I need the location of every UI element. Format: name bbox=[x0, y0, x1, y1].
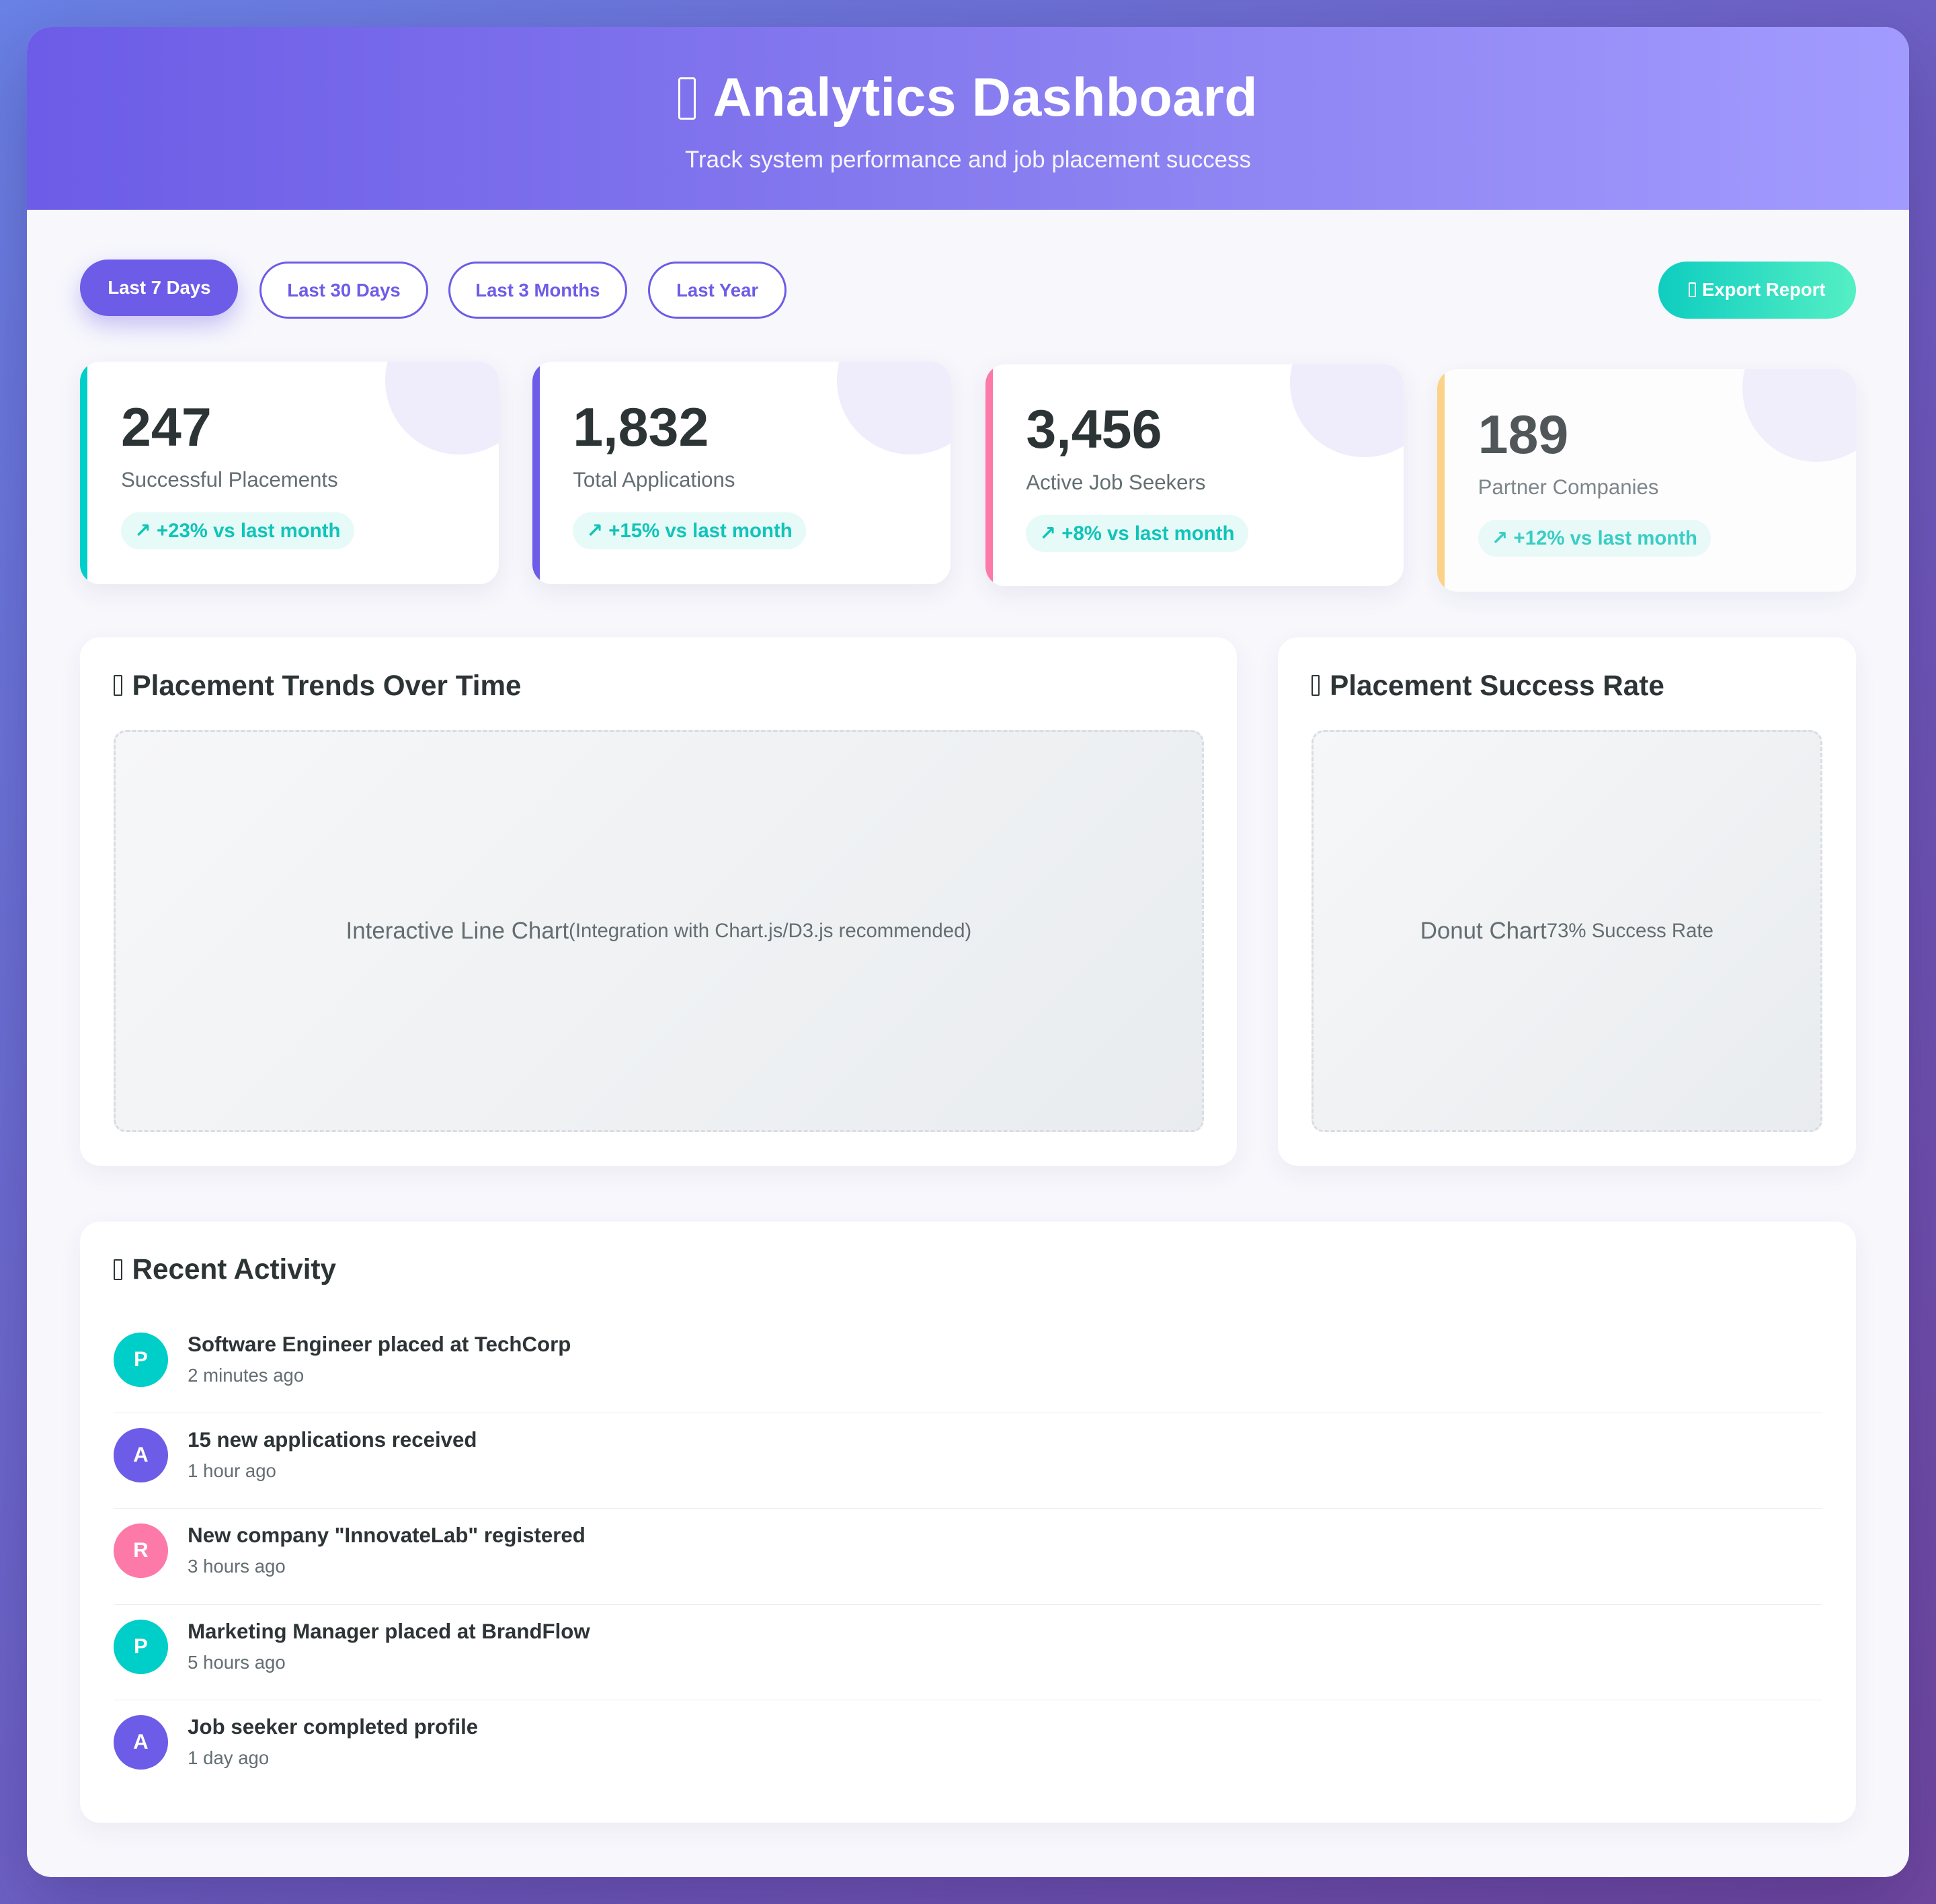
card-title: Recent Activity bbox=[113, 1253, 337, 1285]
activity-timestamp: 1 day ago bbox=[188, 1747, 270, 1768]
stat-label: Partner Companies bbox=[1478, 475, 1659, 500]
stat-accent-bar bbox=[80, 362, 88, 584]
activity-title: Job seeker completed profile bbox=[188, 1715, 479, 1739]
placeholder-sub-text: (Integration with Chart.js/D3.js recomme… bbox=[569, 919, 972, 942]
activity-title: Marketing Manager placed at BrandFlow bbox=[188, 1619, 590, 1643]
stat-label: Successful Placements bbox=[120, 468, 338, 492]
decorative-circle bbox=[1290, 364, 1404, 457]
avatar: A bbox=[113, 1715, 168, 1770]
trend-icon bbox=[113, 675, 122, 697]
decorative-circle bbox=[1742, 369, 1856, 462]
activity-icon bbox=[113, 1259, 122, 1281]
stat-trend-badge: ↗ +23% vs last month bbox=[120, 512, 354, 550]
stat-value: 1,832 bbox=[573, 397, 709, 458]
download-icon bbox=[1688, 282, 1696, 298]
placeholder-main-text: Donut Chart bbox=[1420, 917, 1547, 944]
avatar: R bbox=[113, 1523, 168, 1579]
stat-value: 247 bbox=[120, 397, 212, 458]
avatar: P bbox=[113, 1332, 168, 1387]
stat-label: Active Job Seekers bbox=[1026, 470, 1206, 494]
activity-timestamp: 1 hour ago bbox=[188, 1460, 276, 1481]
line-chart-placeholder: Interactive Line Chart (Integration with … bbox=[113, 729, 1204, 1133]
stat-trend-badge: ↗ +15% vs last month bbox=[573, 512, 806, 550]
decorative-circle bbox=[837, 362, 951, 454]
dashboard-header: Analytics Dashboard Track system perform… bbox=[27, 27, 1909, 210]
page-title: Analytics Dashboard bbox=[27, 67, 1908, 129]
placeholder-sub-text: 73% Success Rate bbox=[1546, 919, 1713, 942]
target-icon bbox=[1311, 675, 1320, 697]
filter-last-year[interactable]: Last Year bbox=[648, 262, 787, 319]
activity-item: R New company "InnovateLab" registered 3… bbox=[113, 1509, 1823, 1605]
activity-item: P Software Engineer placed at TechCorp 2… bbox=[113, 1318, 1823, 1414]
card-title: Placement Success Rate bbox=[1311, 669, 1664, 702]
activity-title: 15 new applications received bbox=[188, 1428, 477, 1452]
filter-last-3-months[interactable]: Last 3 Months bbox=[448, 262, 628, 319]
export-report-button[interactable]: Export Report bbox=[1658, 262, 1856, 319]
filter-last-7-days[interactable]: Last 7 Days bbox=[80, 259, 239, 317]
activity-list: P Software Engineer placed at TechCorp 2… bbox=[113, 1318, 1823, 1796]
stat-card-active-job-seekers: 3,456 Active Job Seekers ↗ +8% vs last m… bbox=[985, 364, 1404, 587]
activity-item: A 15 new applications received 1 hour ag… bbox=[113, 1413, 1823, 1509]
activity-timestamp: 2 minutes ago bbox=[188, 1364, 305, 1386]
stat-label: Total Applications bbox=[573, 468, 735, 492]
stat-card-partner-companies: 189 Partner Companies ↗ +12% vs last mon… bbox=[1437, 369, 1856, 592]
export-report-label: Export Report bbox=[1701, 279, 1826, 301]
stat-value: 189 bbox=[1478, 404, 1569, 465]
stat-accent-bar bbox=[532, 362, 540, 584]
activity-item: A Job seeker completed profile 1 day ago bbox=[113, 1700, 1822, 1796]
placement-trends-card: Placement Trends Over Time Interactive L… bbox=[80, 637, 1238, 1166]
stat-card-successful-placements: 247 Successful Placements ↗ +23% vs last… bbox=[80, 362, 499, 584]
placement-success-card: Placement Success Rate Donut Chart 73% Su… bbox=[1278, 637, 1856, 1166]
decorative-circle bbox=[385, 362, 499, 454]
card-title-text: Placement Success Rate bbox=[1330, 669, 1664, 701]
activity-item: P Marketing Manager placed at BrandFlow … bbox=[113, 1605, 1823, 1701]
avatar: P bbox=[113, 1619, 168, 1674]
stat-value: 3,456 bbox=[1026, 399, 1162, 461]
filter-last-30-days[interactable]: Last 30 Days bbox=[259, 262, 429, 319]
page-subtitle: Track system performance and job placeme… bbox=[685, 146, 1251, 173]
stat-card-total-applications: 1,832 Total Applications ↗ +15% vs last … bbox=[532, 362, 951, 584]
dashboard-container: Analytics Dashboard Track system perform… bbox=[27, 27, 1909, 1877]
donut-chart-placeholder: Donut Chart 73% Success Rate bbox=[1311, 729, 1823, 1133]
recent-activity-card: Recent Activity P Software Engineer plac… bbox=[80, 1221, 1856, 1823]
stat-accent-bar bbox=[1437, 369, 1445, 592]
toolbar: Last 7 Days Last 30 Days Last 3 Months L… bbox=[80, 259, 1856, 323]
card-title-text: Placement Trends Over Time bbox=[132, 669, 522, 701]
stat-trend-badge: ↗ +12% vs last month bbox=[1478, 520, 1711, 557]
activity-title: New company "InnovateLab" registered bbox=[188, 1523, 586, 1548]
avatar: A bbox=[113, 1428, 168, 1482]
stat-trend-badge: ↗ +8% vs last month bbox=[1026, 514, 1248, 552]
card-title-text: Recent Activity bbox=[132, 1253, 337, 1285]
stat-accent-bar bbox=[985, 364, 993, 587]
activity-timestamp: 3 hours ago bbox=[188, 1556, 286, 1577]
activity-title: Software Engineer placed at TechCorp bbox=[188, 1332, 571, 1356]
card-title: Placement Trends Over Time bbox=[113, 669, 522, 702]
page-title-text: Analytics Dashboard bbox=[713, 67, 1258, 128]
placeholder-main-text: Interactive Line Chart bbox=[346, 917, 569, 944]
activity-timestamp: 5 hours ago bbox=[188, 1651, 286, 1673]
chart-icon bbox=[678, 77, 696, 120]
